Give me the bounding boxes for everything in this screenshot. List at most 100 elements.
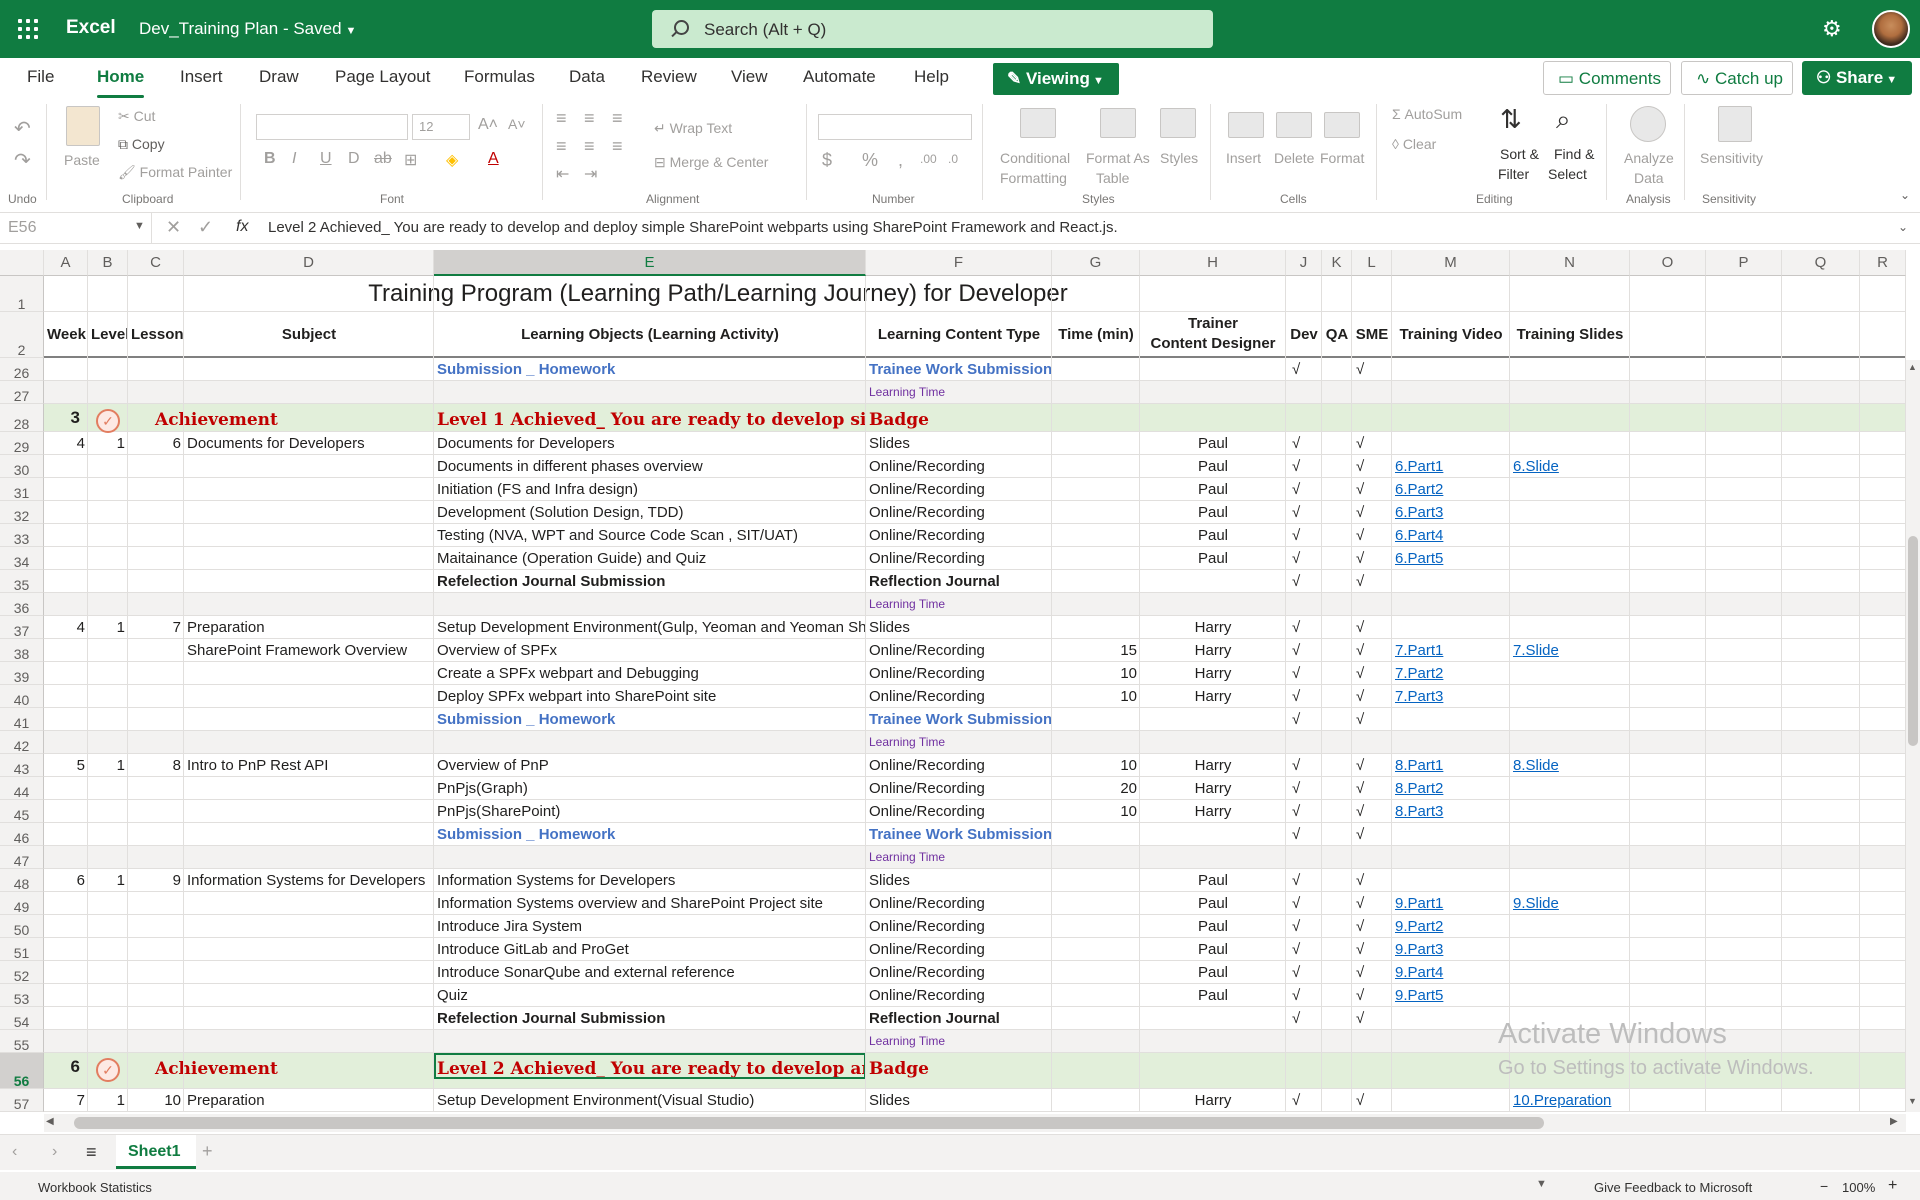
row-header[interactable]: 52 [0, 961, 44, 984]
sheet-title[interactable]: Training Program (Learning Path/Learning… [44, 276, 1392, 308]
cell-f[interactable]: Online/Recording [866, 938, 1052, 958]
cell-f[interactable]: Slides [866, 432, 1052, 452]
cell-f[interactable]: Learning Time [866, 731, 1052, 749]
cell-a[interactable]: 4 [44, 616, 88, 636]
fill-color-icon[interactable]: ◈ [446, 150, 458, 170]
decrease-font-icon[interactable]: A˅ [508, 116, 526, 132]
user-avatar[interactable] [1872, 10, 1910, 48]
cell-l[interactable]: √ [1352, 800, 1392, 820]
cell-m[interactable]: 8.Part1 [1392, 754, 1510, 774]
zoom-out-icon[interactable]: − [1820, 1178, 1828, 1194]
cell-m[interactable]: 6.Part3 [1392, 501, 1510, 521]
scroll-down-icon[interactable]: ▼ [1908, 1096, 1917, 1106]
cell-f[interactable]: Online/Recording [866, 961, 1052, 981]
cell-a[interactable]: 3 [44, 404, 88, 428]
cell-e[interactable]: Deploy SPFx webpart into SharePoint site [434, 685, 866, 705]
row-header[interactable]: 29 [0, 432, 44, 455]
cell-g[interactable]: 10 [1052, 685, 1140, 705]
align-bottom-icon[interactable]: ≡ [612, 108, 623, 129]
borders-icon[interactable]: ⊞ [404, 150, 417, 170]
cell-m[interactable]: 6.Part5 [1392, 547, 1510, 567]
cell-l[interactable]: √ [1352, 1007, 1392, 1027]
cell-e[interactable]: Testing (NVA, WPT and Source Code Scan ,… [434, 524, 866, 544]
cell-l[interactable]: √ [1352, 1089, 1392, 1109]
underline-icon[interactable]: U [320, 150, 332, 168]
cell-n[interactable]: 6.Slide [1510, 455, 1630, 475]
chevron-down-icon[interactable]: ▼ [1536, 1178, 1547, 1190]
row-header[interactable]: 56 [0, 1053, 44, 1089]
cell-l[interactable]: √ [1352, 501, 1392, 521]
cell-m[interactable]: 6.Part1 [1392, 455, 1510, 475]
row-header[interactable]: 49 [0, 892, 44, 915]
column-header-n[interactable]: N [1510, 250, 1630, 276]
cell-f[interactable]: Online/Recording [866, 754, 1052, 774]
currency-icon[interactable]: $ [822, 150, 832, 171]
analyze-data-label-2[interactable]: Data [1634, 170, 1664, 186]
cell-l[interactable]: √ [1352, 961, 1392, 981]
cell-j[interactable]: √ [1286, 777, 1322, 797]
cell-e[interactable]: Quiz [434, 984, 866, 1004]
cell-d[interactable]: Documents for Developers [184, 432, 434, 452]
cell-l[interactable]: √ [1352, 524, 1392, 544]
cell-m[interactable]: 9.Part3 [1392, 938, 1510, 958]
column-header-m[interactable]: M [1392, 250, 1510, 276]
prev-sheet-icon[interactable]: ‹ [12, 1143, 17, 1161]
comma-icon[interactable]: , [898, 150, 903, 171]
cell-f[interactable]: Slides [866, 1089, 1052, 1109]
number-format-select[interactable] [818, 114, 972, 140]
format-as-table-label-1[interactable]: Format As [1086, 150, 1150, 166]
share-button[interactable]: ⚇ Share ▼ [1802, 61, 1912, 95]
zoom-level[interactable]: 100% [1842, 1180, 1875, 1195]
find-select-label-2[interactable]: Select [1548, 166, 1587, 182]
cell-l[interactable]: √ [1352, 984, 1392, 1004]
sort-filter-label-2[interactable]: Filter [1498, 166, 1529, 182]
workbook-statistics[interactable]: Workbook Statistics [38, 1180, 152, 1195]
cell-e[interactable]: Submission _ Homework [434, 358, 866, 378]
header-week[interactable]: Week [44, 312, 88, 343]
cell-f[interactable]: Trainee Work Submission [866, 823, 1052, 843]
column-header-f[interactable]: F [866, 250, 1052, 276]
cell-m[interactable]: 7.Part3 [1392, 685, 1510, 705]
cell-e[interactable]: Introduce SonarQube and external referen… [434, 961, 866, 981]
cell-e[interactable]: Create a SPFx webpart and Debugging [434, 662, 866, 682]
row-header[interactable]: 46 [0, 823, 44, 846]
name-box[interactable]: E56 [0, 213, 152, 243]
decrease-indent-icon[interactable]: ⇤ [556, 164, 569, 184]
cell-j[interactable]: √ [1286, 432, 1322, 452]
cell-styles-icon[interactable] [1160, 108, 1196, 138]
cell-m[interactable]: 9.Part2 [1392, 915, 1510, 935]
cell-f[interactable]: Slides [866, 869, 1052, 889]
cell-h[interactable]: Paul [1140, 869, 1286, 889]
conditional-formatting-label-2[interactable]: Formatting [1000, 170, 1067, 186]
app-launcher-icon[interactable] [16, 17, 40, 41]
column-header-r[interactable]: R [1860, 250, 1906, 276]
cell-j[interactable]: √ [1286, 892, 1322, 912]
cell-e[interactable]: Refelection Journal Submission [434, 570, 866, 590]
cell-f[interactable]: Online/Recording [866, 800, 1052, 820]
format-cells-icon[interactable] [1324, 112, 1360, 138]
header-dev[interactable]: Dev [1286, 312, 1322, 343]
merge-center-button[interactable]: ⊟ Merge & Center [654, 154, 768, 171]
cell-m[interactable]: 9.Part5 [1392, 984, 1510, 1004]
sort-filter-icon[interactable]: ⇅ [1500, 104, 1522, 135]
cell-j[interactable]: √ [1286, 1089, 1322, 1109]
cell-f[interactable]: Online/Recording [866, 915, 1052, 935]
row-header[interactable]: 39 [0, 662, 44, 685]
cell-b[interactable]: 1 [88, 1089, 128, 1109]
cell-g[interactable]: 20 [1052, 777, 1140, 797]
row-header[interactable]: 28 [0, 404, 44, 432]
cell-m[interactable]: 6.Part4 [1392, 524, 1510, 544]
cell-f[interactable]: Learning Time [866, 1030, 1052, 1048]
font-size-select[interactable]: 12 [412, 114, 470, 140]
row-header[interactable]: 1 [0, 276, 44, 312]
cell-f[interactable]: Slides [866, 616, 1052, 636]
cell-f[interactable]: Online/Recording [866, 892, 1052, 912]
cell-f[interactable]: Learning Time [866, 593, 1052, 611]
header-slides[interactable]: Training Slides [1510, 312, 1630, 343]
wrap-text-button[interactable]: ↵ Wrap Text [654, 120, 732, 137]
cell-b[interactable]: 1 [88, 616, 128, 636]
cell-j[interactable]: √ [1286, 455, 1322, 475]
cell-l[interactable]: √ [1352, 685, 1392, 705]
cell-j[interactable]: √ [1286, 662, 1322, 682]
cell-e[interactable]: Overview of SPFx [434, 639, 866, 659]
